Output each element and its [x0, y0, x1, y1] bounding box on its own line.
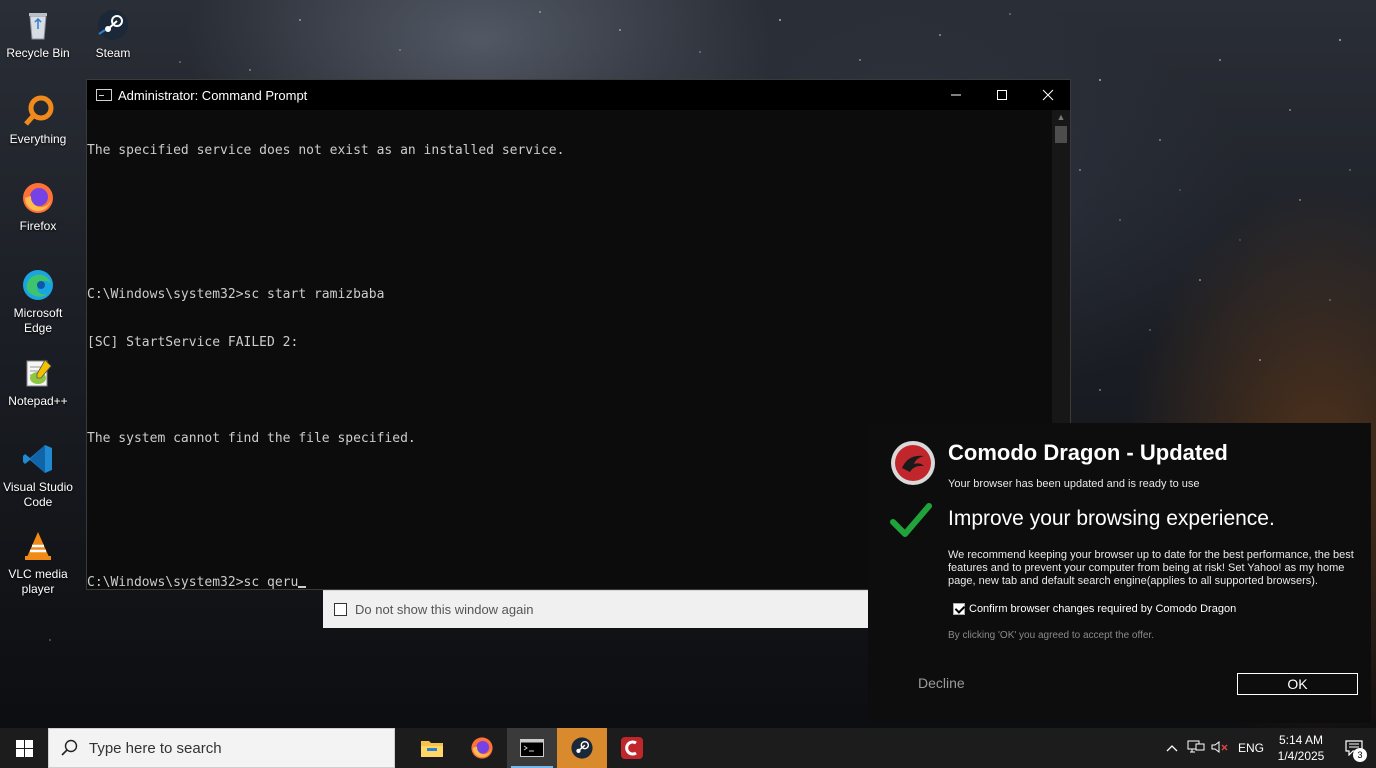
console-line: [SC] StartService FAILED 2: [87, 335, 299, 350]
decline-button[interactable]: Decline [918, 675, 965, 691]
confirm-changes-checkbox[interactable] [953, 603, 965, 615]
scroll-thumb[interactable] [1055, 126, 1067, 143]
desktop-icon-firefox[interactable]: Firefox [0, 181, 76, 234]
desktop-icon-recycle-bin[interactable]: Recycle Bin [0, 8, 76, 61]
clock-time: 5:14 AM [1278, 733, 1324, 747]
desktop-icon-label: Everything [9, 132, 67, 146]
taskbar-app-file-explorer[interactable] [407, 728, 457, 768]
vscode-icon [23, 445, 52, 473]
network-icon[interactable] [1184, 740, 1208, 757]
popup-subtitle: Your browser has been updated and is rea… [948, 478, 1200, 490]
confirm-changes-option[interactable]: Confirm browser changes required by Como… [953, 603, 1236, 615]
close-button[interactable] [1025, 80, 1071, 110]
popup-headline: Improve your browsing experience. [948, 507, 1275, 530]
taskbar-app-steam[interactable] [557, 728, 607, 768]
taskbar-app-command-prompt[interactable] [507, 728, 557, 768]
comodo-dragon-icon [621, 737, 643, 759]
taskbar: Type here to search ENG 5:14 AM 1/4/2025… [0, 728, 1376, 768]
console-line: The specified service does not exist as … [87, 143, 565, 158]
command-prompt-icon [96, 89, 112, 101]
volume-muted-icon[interactable] [1208, 740, 1232, 757]
popup-body-text: We recommend keeping your browser up to … [948, 549, 1354, 587]
search-placeholder: Type here to search [89, 739, 222, 757]
steam-icon [571, 737, 593, 759]
desktop-icon-notepad-plus-plus[interactable]: Notepad++ [0, 356, 76, 409]
ok-button[interactable]: OK [1237, 673, 1358, 695]
everything-icon [24, 95, 54, 126]
notepad-plus-plus-icon [26, 359, 52, 387]
windows-logo-icon [15, 739, 33, 757]
desktop-icon-label: Notepad++ [8, 394, 68, 408]
taskbar-app-comodo-dragon[interactable] [607, 728, 657, 768]
desktop-icon-vlc[interactable]: VLC media player [0, 529, 76, 597]
notification-count-badge: 3 [1353, 748, 1367, 762]
desktop-icon-vscode[interactable]: Visual Studio Code [0, 442, 76, 510]
taskbar-app-firefox[interactable] [457, 728, 507, 768]
clock-date: 1/4/2025 [1277, 749, 1325, 763]
desktop-icon-edge[interactable]: Microsoft Edge [0, 268, 76, 336]
taskbar-search-box[interactable]: Type here to search [48, 728, 395, 768]
edge-icon [23, 270, 53, 300]
comodo-dragon-logo-icon [891, 441, 935, 485]
vlc-icon [25, 532, 51, 560]
firefox-icon [23, 183, 53, 213]
command-prompt-icon [520, 739, 544, 757]
scroll-up-arrow-icon[interactable]: ▲ [1052, 110, 1070, 125]
do-not-show-bar: Do not show this window again [323, 590, 868, 628]
checkmark-icon [890, 503, 932, 537]
do-not-show-label[interactable]: Do not show this window again [355, 602, 534, 617]
steam-icon [98, 10, 128, 40]
action-center-button[interactable]: 3 [1332, 728, 1376, 768]
desktop-icon-label: Firefox [19, 219, 57, 233]
confirm-changes-label[interactable]: Confirm browser changes required by Como… [969, 603, 1236, 615]
desktop-icon-steam[interactable]: Steam [75, 8, 151, 61]
title-bar[interactable]: Administrator: Command Prompt [87, 80, 1070, 110]
maximize-button[interactable] [979, 80, 1025, 110]
search-icon [61, 739, 78, 756]
desktop-icon-label: Microsoft Edge [13, 306, 63, 335]
input-language[interactable]: ENG [1232, 741, 1270, 755]
popup-legal-text: By clicking 'OK' you agreed to accept th… [948, 630, 1154, 641]
firefox-icon [471, 737, 493, 759]
start-button[interactable] [0, 728, 48, 768]
desktop-icon-label: VLC media player [8, 567, 68, 596]
close-icon [1042, 89, 1054, 101]
comodo-update-popup: Comodo Dragon - Updated Your browser has… [868, 423, 1371, 723]
window-title: Administrator: Command Prompt [118, 87, 308, 103]
minimize-icon [951, 94, 961, 96]
maximize-icon [997, 90, 1007, 100]
show-hidden-icons-chevron-up-icon[interactable] [1160, 741, 1184, 755]
recycle-bin-icon [29, 13, 47, 40]
clock[interactable]: 5:14 AM 1/4/2025 [1270, 732, 1332, 764]
system-tray: ENG 5:14 AM 1/4/2025 3 [1160, 728, 1376, 768]
desktop-icon-label: Visual Studio Code [3, 480, 73, 509]
console-prompt-text: C:\Windows\system32>sc qeru [87, 575, 299, 590]
desktop-icon-label: Recycle Bin [6, 46, 70, 60]
text-cursor [298, 586, 307, 588]
desktop-icon-everything[interactable]: Everything [0, 94, 76, 147]
minimize-button[interactable] [933, 80, 979, 110]
do-not-show-checkbox[interactable] [334, 603, 347, 616]
desktop-icon-label: Steam [95, 46, 131, 60]
file-explorer-icon [421, 741, 443, 757]
popup-title: Comodo Dragon - Updated [948, 440, 1228, 465]
console-line: C:\Windows\system32>sc start ramizbaba [87, 287, 385, 302]
